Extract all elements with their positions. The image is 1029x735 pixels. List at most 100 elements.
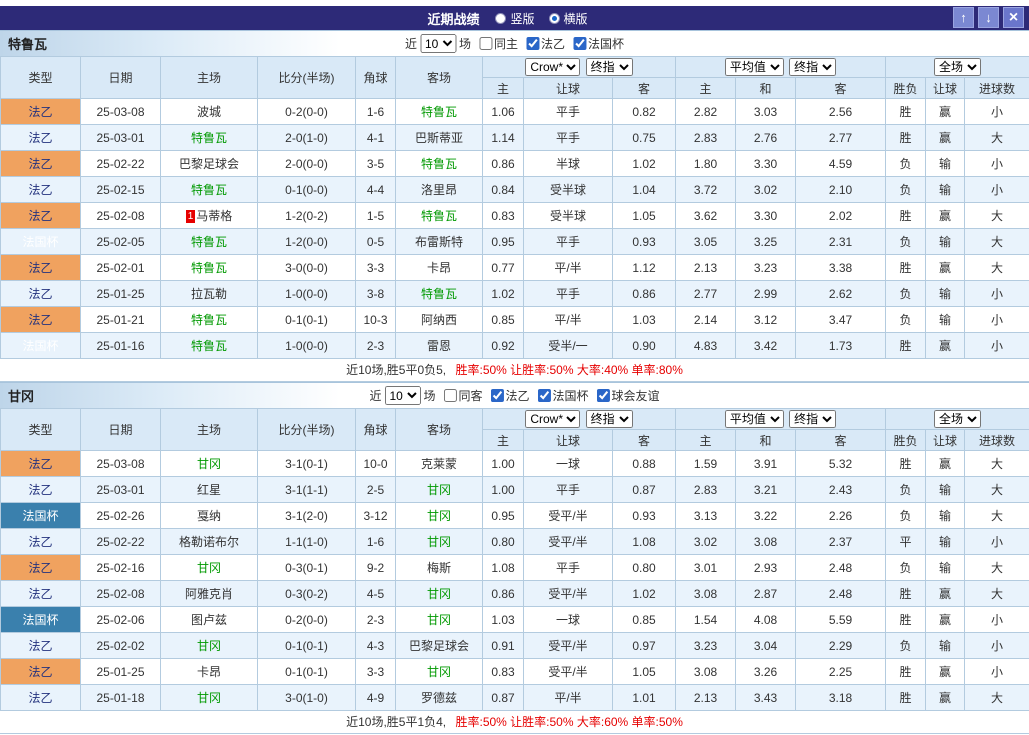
team-name: 波城 <box>197 105 221 119</box>
odds-value: 0.80 <box>483 529 524 555</box>
section-summary-guingamp: 近10场,胜5平1负4, 胜率:50% 让胜率:50% 大率:60% 单率:50… <box>0 711 1029 734</box>
same-home-checkbox[interactable] <box>479 37 492 50</box>
match-score: 3-1(1-1) <box>258 477 356 503</box>
match-date: 25-03-08 <box>81 99 161 125</box>
team-name: 甘冈 <box>197 457 221 471</box>
ligue2-checkbox[interactable] <box>526 37 539 50</box>
match-score: 3-0(0-0) <box>258 255 356 281</box>
match-score: 0-3(0-1) <box>258 555 356 581</box>
competition-label: 法乙 <box>1 99 81 125</box>
avg-odds-value: 3.43 <box>736 685 796 711</box>
odds-value: 1.03 <box>483 607 524 633</box>
handicap-line: 受平/半 <box>524 581 613 607</box>
results-table-troyes: 类型 日期 主场 比分(半场) 角球 客场 Crow* 终指 平均值 终指 全场… <box>0 56 1029 359</box>
scope-select[interactable]: 全场 <box>934 410 981 428</box>
layout-radio-horizontal[interactable]: 横版 <box>549 10 588 27</box>
handicap-line: 受平/半 <box>524 659 613 685</box>
col-header-avg-away: 客 <box>796 430 886 451</box>
match-row: 法乙25-02-081马蒂格1-2(0-2)1-5特鲁瓦0.83受半球1.053… <box>1 203 1029 229</box>
match-date: 25-02-16 <box>81 555 161 581</box>
layout-radio-vertical[interactable]: 竖版 <box>495 10 534 27</box>
section-bar-troyes: 特鲁瓦 近 10 场 同主 法乙 法国杯 <box>0 30 1029 56</box>
competition-label: 法国杯 <box>1 333 81 359</box>
corner-score: 0-5 <box>356 229 396 255</box>
team-name: 特鲁瓦 <box>421 105 457 119</box>
scope-select[interactable]: 全场 <box>934 58 981 76</box>
red-card-badge: 1 <box>186 210 196 223</box>
team-name: 甘冈 <box>427 587 451 601</box>
odds-value: 0.87 <box>613 477 676 503</box>
team-name: 甘冈 <box>427 483 451 497</box>
filter-label: 法乙 <box>506 387 530 404</box>
up-arrow-icon: ↑ <box>960 10 967 25</box>
filter-ligue2[interactable]: 法乙 <box>518 35 565 52</box>
match-row: 法乙25-02-01特鲁瓦3-0(0-0)3-3卡昂0.77平/半1.122.1… <box>1 255 1029 281</box>
avg-odds-select[interactable]: 平均值 <box>725 410 784 428</box>
team-name: 甘冈 <box>427 613 451 627</box>
filter-same-home[interactable]: 同主 <box>471 35 518 52</box>
filter-label: 法国杯 <box>588 35 624 52</box>
avg-stage-select[interactable]: 终指 <box>789 410 836 428</box>
handicap-result-flag: 赢 <box>926 607 965 633</box>
handicap-line: 平手 <box>524 229 613 255</box>
match-count-select[interactable]: 10 <box>384 386 420 405</box>
team-name: 卡昂 <box>197 665 221 679</box>
friendly-checkbox[interactable] <box>597 389 610 402</box>
team-name: 阿纳西 <box>421 313 457 327</box>
goals-result-flag: 大 <box>965 581 1029 607</box>
match-date: 25-02-26 <box>81 503 161 529</box>
col-header-outcome: 胜负 <box>886 78 926 99</box>
home-team: 阿雅克肖 <box>161 581 258 607</box>
team-name: 特鲁瓦 <box>421 209 457 223</box>
col-header-handicap-result: 让球 <box>926 78 965 99</box>
match-date: 25-02-08 <box>81 203 161 229</box>
team-name: 特鲁瓦 <box>191 261 227 275</box>
match-count-select[interactable]: 10 <box>420 34 456 53</box>
match-score: 0-1(0-1) <box>258 633 356 659</box>
goals-result-flag: 小 <box>965 281 1029 307</box>
col-header-date: 日期 <box>81 409 161 451</box>
match-date: 25-02-01 <box>81 255 161 281</box>
col-header-score: 比分(半场) <box>258 409 356 451</box>
match-rows-0: 法乙25-03-08波城0-2(0-0)1-6特鲁瓦1.06平手0.822.82… <box>1 99 1029 359</box>
same-away-checkbox[interactable] <box>443 389 456 402</box>
handicap-result-flag: 赢 <box>926 203 965 229</box>
filter-coupe[interactable]: 法国杯 <box>565 35 624 52</box>
odds-company-select[interactable]: Crow* <box>525 410 580 428</box>
competition-label: 法乙 <box>1 255 81 281</box>
odds-stage-select[interactable]: 终指 <box>586 410 633 428</box>
filter-ligue2[interactable]: 法乙 <box>483 387 530 404</box>
filter-coupe[interactable]: 法国杯 <box>530 387 589 404</box>
match-score: 1-0(0-0) <box>258 281 356 307</box>
avg-stage-select[interactable]: 终指 <box>789 58 836 76</box>
coupe-checkbox[interactable] <box>538 389 551 402</box>
avg-odds-select[interactable]: 平均值 <box>725 58 784 76</box>
close-button[interactable]: × <box>1003 7 1024 28</box>
corner-score: 4-9 <box>356 685 396 711</box>
match-score: 2-0(1-0) <box>258 125 356 151</box>
filter-same-away[interactable]: 同客 <box>435 387 482 404</box>
outcome-flag: 胜 <box>886 451 926 477</box>
handicap-result-flag: 输 <box>926 529 965 555</box>
filter-friendly[interactable]: 球会友谊 <box>589 387 660 404</box>
odds-value: 0.90 <box>613 333 676 359</box>
avg-odds-value: 3.22 <box>736 503 796 529</box>
avg-odds-value: 4.83 <box>676 333 736 359</box>
odds-stage-select[interactable]: 终指 <box>586 58 633 76</box>
team-name: 梅斯 <box>427 561 451 575</box>
competition-label: 法乙 <box>1 529 81 555</box>
away-team: 特鲁瓦 <box>396 151 483 177</box>
handicap-result-flag: 输 <box>926 307 965 333</box>
avg-odds-value: 3.30 <box>736 151 796 177</box>
col-header-goals: 进球数 <box>965 430 1029 451</box>
odds-value: 1.04 <box>613 177 676 203</box>
col-header-odds-handicap: 让球 <box>524 78 613 99</box>
ligue2-checkbox[interactable] <box>491 389 504 402</box>
col-header-odds-home: 主 <box>483 78 524 99</box>
scroll-up-button[interactable]: ↑ <box>953 7 974 28</box>
coupe-checkbox[interactable] <box>573 37 586 50</box>
outcome-flag: 负 <box>886 177 926 203</box>
odds-company-select[interactable]: Crow* <box>525 58 580 76</box>
team-name: 格勒诺布尔 <box>179 535 239 549</box>
scroll-down-button[interactable]: ↓ <box>978 7 999 28</box>
